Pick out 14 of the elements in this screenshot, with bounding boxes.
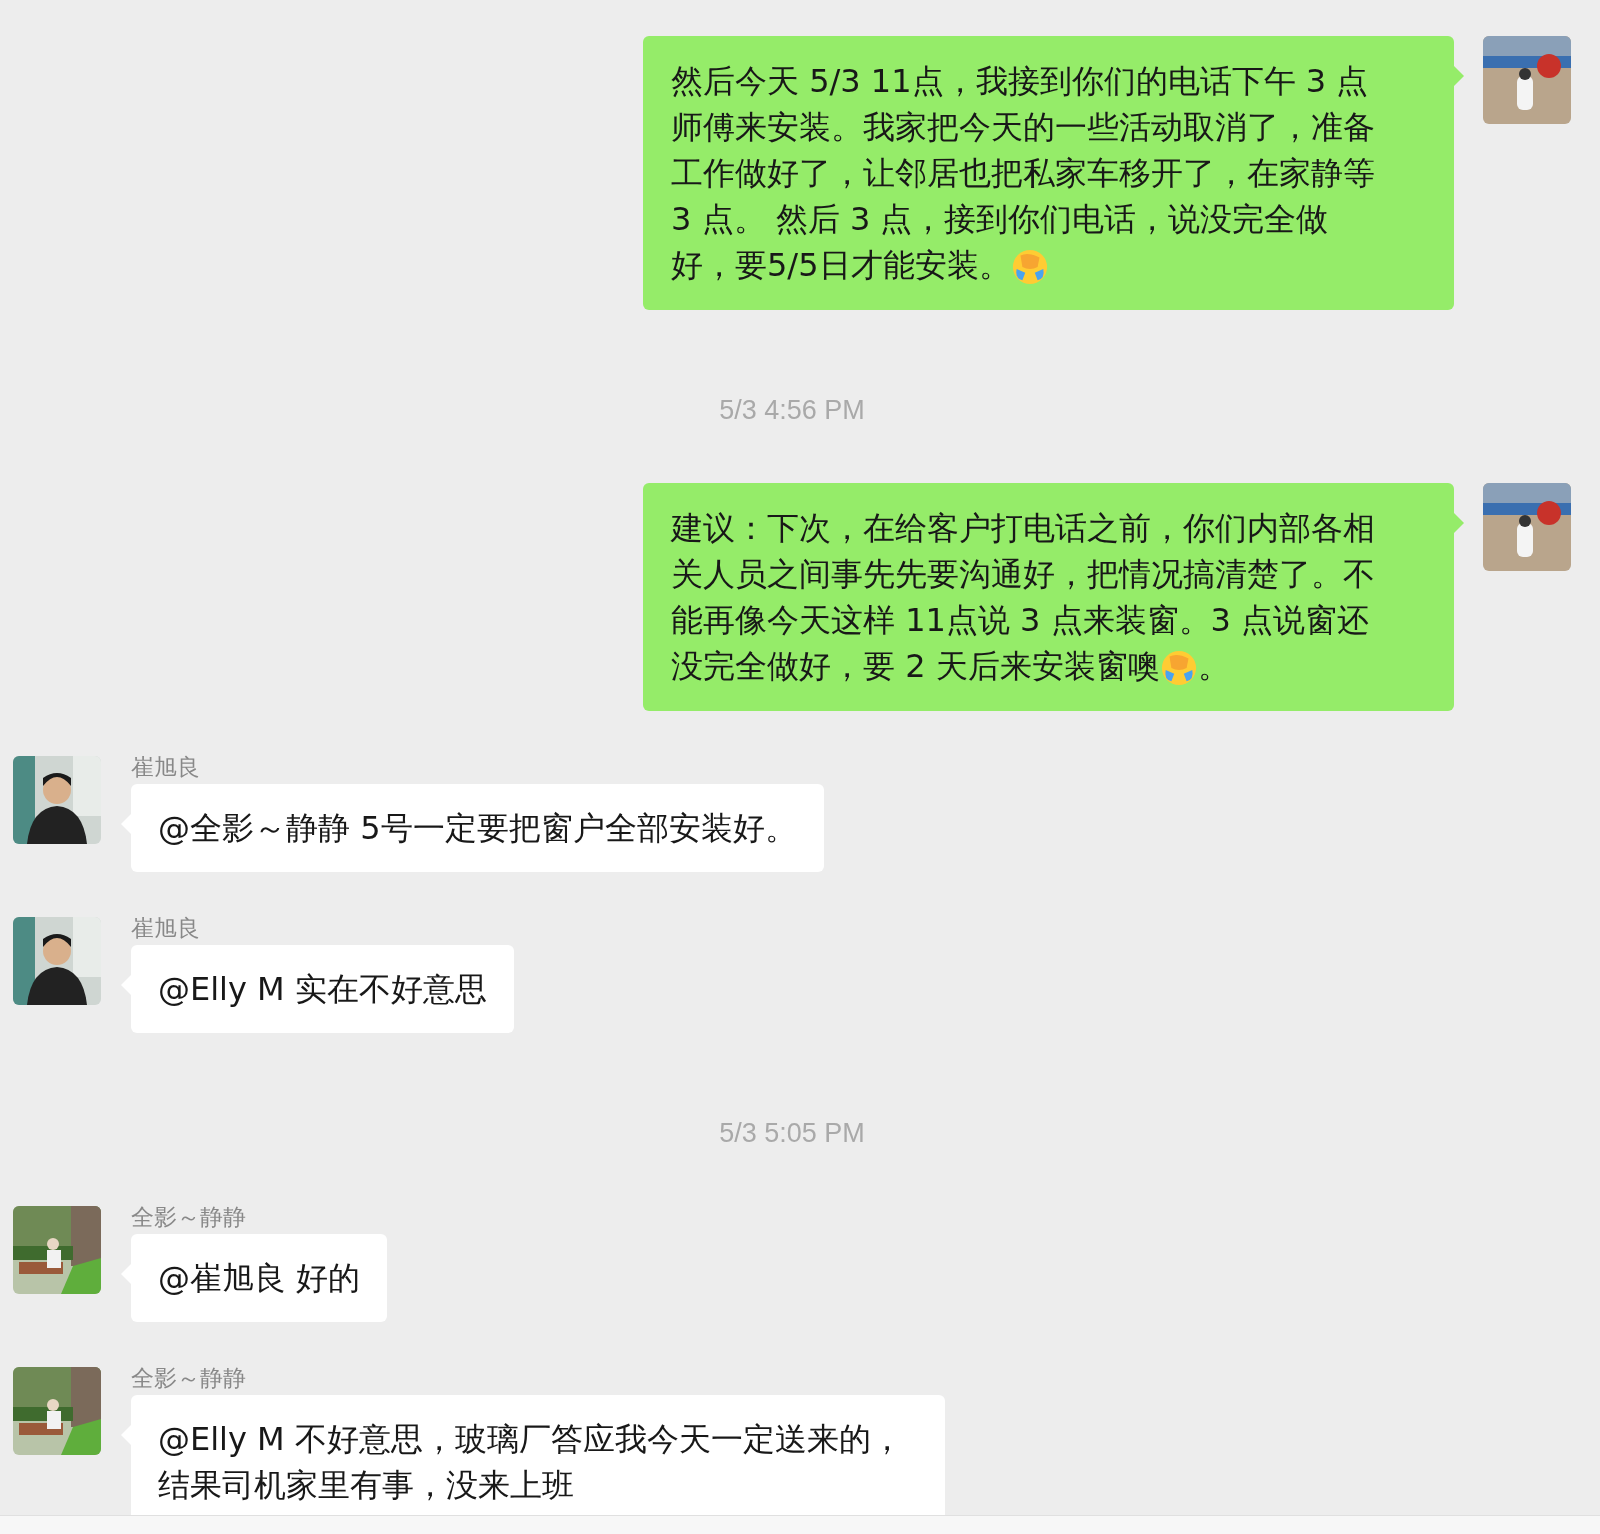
- sender-name: 崔旭良: [131, 756, 201, 778]
- message-text: @全影～静静 5号一定要把窗户全部安装好。: [158, 808, 797, 849]
- message-text: 然后今天 5/3 11点，我接到你们的电话下午 3 点师傅来安装。我家把今天的一些活动取消了，准备工作做好了，让邻居也把私家车移开了，在家静等 3 点。 然后 3 点，接到你们电话，说没完全做好，要5/5日才能安装。: [671, 61, 1376, 288]
- message-text: @Elly M 不好意思，玻璃厂答应我今天一定送来的，结果司机家里有事，没来上班: [158, 1419, 904, 1506]
- sender-name: 崔旭良: [131, 917, 201, 939]
- message-text: @Elly M 实在不好意思: [158, 969, 487, 1010]
- timestamp: 5/3 5:05 PM: [719, 1118, 865, 1149]
- timestamp: 5/3 4:56 PM: [719, 395, 865, 426]
- sender-name: 全影～静静: [131, 1206, 247, 1228]
- message-text: @崔旭良 好的: [158, 1258, 361, 1299]
- sender-name: 全影～静静: [131, 1367, 247, 1389]
- emoji-icon: [1010, 248, 1049, 286]
- message-text: 建议：下次，在给客户打电话之前，你们内部各相关人员之间事先先要沟通好，把情况搞清楚了。不能再像今天这样 11点说 3 点来装窗。3 点说窗还没完全做好，要 2 天后来安装窗噢 。: [671, 508, 1376, 689]
- emoji-icon: [1159, 649, 1198, 687]
